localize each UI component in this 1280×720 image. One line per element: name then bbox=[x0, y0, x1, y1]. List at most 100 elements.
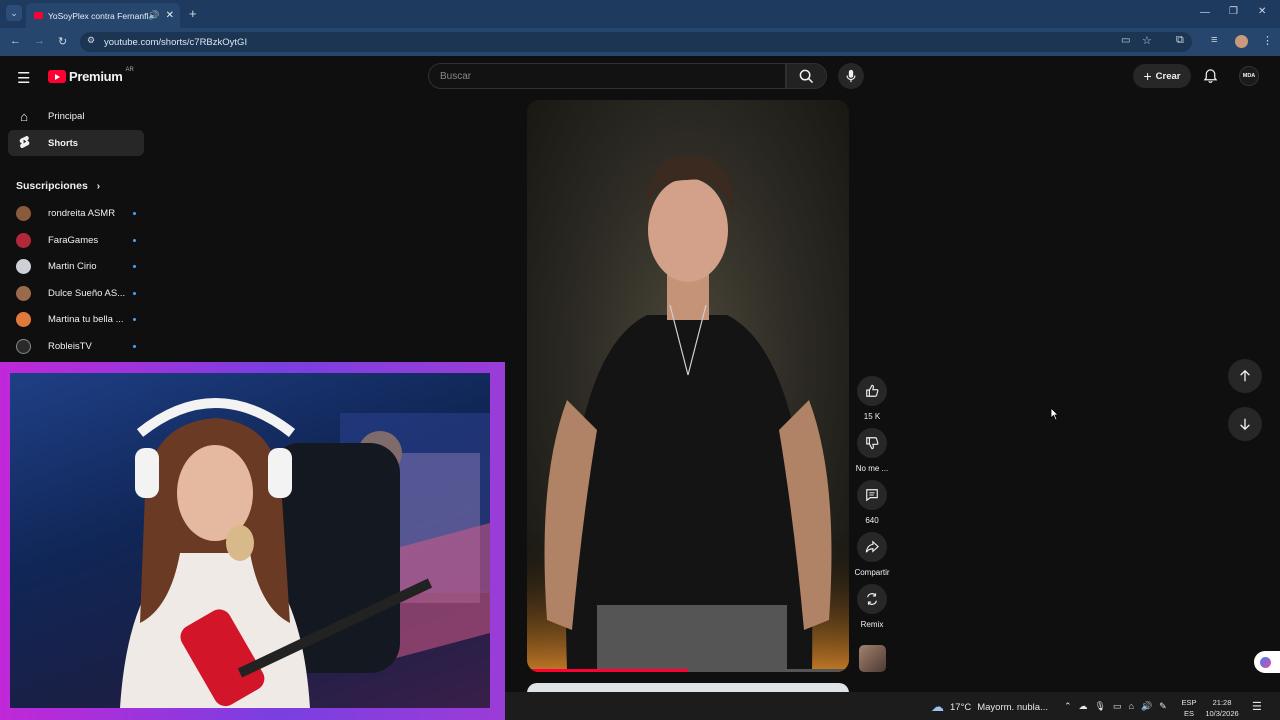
lang-bottom: ES bbox=[1183, 709, 1194, 718]
clock-time: 21:28 bbox=[1212, 698, 1232, 707]
remix-button[interactable] bbox=[857, 584, 887, 614]
cloud-sync-icon[interactable]: ☁ bbox=[1079, 701, 1088, 712]
sidebar-item-principal[interactable]: ⌂ Principal bbox=[8, 103, 144, 129]
subscription-item[interactable]: Martina tu bella ... bbox=[16, 309, 136, 329]
pen-tray-icon[interactable]: ✎ bbox=[1159, 701, 1167, 712]
browser-tab[interactable]: YoSoyPlex contra Fernanflo 🔊 ✕ bbox=[26, 3, 180, 28]
progress-fill bbox=[527, 669, 688, 672]
search-input[interactable]: Buscar bbox=[428, 63, 786, 89]
mic-tray-icon[interactable]: 🎙 bbox=[1095, 701, 1106, 712]
new-tab-button[interactable]: + bbox=[189, 6, 197, 21]
url-input[interactable]: ⚙ youtube.com/shorts/c7RBzkOytGI bbox=[80, 32, 1192, 52]
like-count: 15 K bbox=[863, 412, 881, 421]
site-info-icon[interactable]: ⚙ bbox=[87, 35, 95, 46]
subscription-item[interactable]: rondreita ASMR bbox=[16, 203, 136, 223]
arrow-down-icon bbox=[1240, 418, 1250, 431]
subscriptions-title: Suscripciones bbox=[16, 180, 88, 192]
channel-avatar bbox=[16, 338, 31, 354]
dislike-button[interactable] bbox=[857, 428, 887, 458]
close-icon[interactable]: ✕ bbox=[1258, 6, 1266, 17]
next-short-button[interactable] bbox=[1228, 407, 1262, 441]
arrow-up-icon bbox=[1240, 369, 1250, 382]
mouse-cursor-icon bbox=[1050, 407, 1059, 426]
clock-date: 10/3/2026 bbox=[1205, 709, 1239, 718]
reload-icon[interactable]: ↻ bbox=[58, 35, 67, 48]
tab-search-icon[interactable]: ⌄ bbox=[6, 5, 22, 21]
minimize-icon[interactable]: — bbox=[1200, 7, 1210, 18]
tab-title: YoSoyPlex contra Fernanflo bbox=[48, 10, 149, 21]
search-icon bbox=[799, 69, 814, 83]
logo-region: AR bbox=[125, 66, 134, 73]
restore-icon[interactable]: ❐ bbox=[1229, 6, 1238, 17]
channel-avatar bbox=[16, 285, 31, 301]
subscriptions-header[interactable]: Suscripciones › bbox=[16, 180, 100, 192]
share-button[interactable] bbox=[857, 532, 887, 562]
extensions-icon[interactable]: ⧉ bbox=[1176, 34, 1184, 47]
channel-name: FaraGames bbox=[48, 234, 99, 246]
subscription-item[interactable]: Dulce Sueño AS... bbox=[16, 283, 136, 303]
like-button[interactable] bbox=[857, 376, 887, 406]
system-tray: ⌃ ☁ 🎙 ▭ ⌂ 🔊 ✎ bbox=[1064, 701, 1167, 712]
notifications-bell-icon[interactable] bbox=[1203, 68, 1218, 89]
subscription-item[interactable]: RobleisTV bbox=[16, 336, 136, 356]
browser-menu-icon[interactable]: ⋮ bbox=[1262, 34, 1273, 47]
microphone-icon bbox=[846, 69, 856, 83]
like-action[interactable]: 15 K bbox=[857, 376, 887, 421]
clock[interactable]: 21:28 10/3/2026 bbox=[1201, 697, 1243, 719]
sound-thumbnail[interactable] bbox=[859, 645, 886, 672]
comments-button[interactable] bbox=[857, 480, 887, 510]
create-button[interactable]: + Crear bbox=[1133, 64, 1191, 88]
home-icon: ⌂ bbox=[20, 108, 28, 124]
progress-track[interactable] bbox=[527, 669, 849, 672]
weather-widget[interactable]: ☁ 17°C Mayorm. nubla... bbox=[931, 699, 1048, 715]
dislike-label: No me ... bbox=[855, 464, 889, 473]
back-icon[interactable]: ← bbox=[10, 35, 21, 47]
copilot-side-button[interactable] bbox=[1254, 651, 1280, 673]
dislike-action[interactable]: No me ... bbox=[856, 428, 888, 473]
previous-short-button[interactable] bbox=[1228, 359, 1262, 393]
remix-label: Remix bbox=[860, 620, 884, 629]
channel-avatar bbox=[16, 232, 31, 248]
share-action[interactable]: Compartir bbox=[854, 532, 890, 577]
subscription-item[interactable]: Martin Cirio bbox=[16, 256, 136, 276]
sidebar-item-label: Principal bbox=[48, 110, 85, 122]
profile-avatar[interactable] bbox=[1235, 35, 1248, 48]
volume-tray-icon[interactable]: 🔊 bbox=[1141, 701, 1152, 712]
remix-action[interactable]: Remix bbox=[857, 584, 887, 629]
copilot-icon bbox=[1260, 656, 1271, 668]
channel-name: Martina tu bella ... bbox=[48, 313, 124, 325]
remix-icon bbox=[867, 593, 877, 605]
cloudy-weather-icon: ☁ bbox=[931, 699, 944, 714]
new-content-dot bbox=[133, 211, 136, 215]
sidebar-item-shorts[interactable]: Shorts bbox=[8, 130, 144, 156]
url-text: youtube.com/shorts/c7RBzkOytGI bbox=[104, 36, 248, 48]
subscription-item[interactable]: FaraGames bbox=[16, 230, 136, 250]
search-button[interactable] bbox=[786, 63, 827, 89]
speaker-icon[interactable]: 🔊 bbox=[148, 10, 159, 21]
install-app-icon[interactable]: ▭ bbox=[1121, 35, 1130, 46]
input-language[interactable]: ESP ES bbox=[1179, 697, 1199, 719]
notification-center-icon[interactable]: ☰ bbox=[1252, 700, 1262, 713]
channel-name: RobleisTV bbox=[48, 340, 92, 352]
hamburger-menu-icon[interactable]: ☰ bbox=[17, 69, 30, 87]
new-content-dot bbox=[133, 344, 136, 348]
channel-avatar bbox=[16, 205, 31, 221]
channel-name: Martin Cirio bbox=[48, 260, 97, 272]
display-tray-icon[interactable]: ▭ bbox=[1113, 701, 1122, 712]
tray-chevron-up-icon[interactable]: ⌃ bbox=[1064, 701, 1072, 712]
video-frame bbox=[527, 100, 849, 672]
tab-close-icon[interactable]: ✕ bbox=[166, 10, 174, 21]
chevron-right-icon: › bbox=[96, 180, 101, 192]
weather-temp: 17°C bbox=[950, 701, 972, 713]
media-controls-icon[interactable]: ≡ bbox=[1211, 34, 1217, 46]
bookmark-star-icon[interactable]: ☆ bbox=[1142, 34, 1152, 47]
forward-icon[interactable]: → bbox=[34, 35, 45, 47]
webcam-feed bbox=[10, 373, 490, 708]
comments-action[interactable]: 640 bbox=[857, 480, 887, 525]
short-video-player[interactable] bbox=[527, 100, 849, 672]
network-tray-icon[interactable]: ⌂ bbox=[1129, 701, 1134, 712]
youtube-logo[interactable]: Premium AR bbox=[48, 66, 134, 84]
channel-name: rondreita ASMR bbox=[48, 207, 116, 219]
voice-search-button[interactable] bbox=[838, 63, 864, 89]
account-avatar[interactable]: MDA bbox=[1239, 66, 1259, 86]
